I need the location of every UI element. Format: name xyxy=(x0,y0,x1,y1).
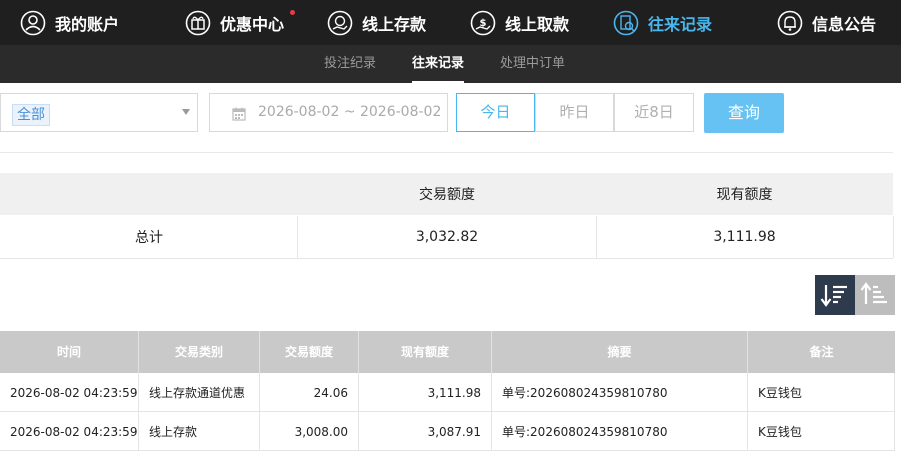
cell-amount: 3,008.00 xyxy=(260,412,359,451)
range-yesterday-button[interactable]: 昨日 xyxy=(535,93,614,132)
nav-item-my-account[interactable]: 我的账户 xyxy=(20,0,119,45)
cell-type: 线上存款通道优惠 xyxy=(139,373,260,412)
header-amount: 交易额度 xyxy=(260,331,359,373)
nav-item-online-deposit[interactable]: 线上存款 xyxy=(327,0,426,45)
cell-type: 线上存款 xyxy=(139,412,260,451)
nav-item-announcements[interactable]: 信息公告 xyxy=(777,0,876,45)
table-row: 2026-08-02 04:23:59 线上存款 3,008.00 3,087.… xyxy=(0,412,895,451)
cell-balance: 3,111.98 xyxy=(359,373,492,412)
chevron-down-icon xyxy=(182,109,190,115)
sort-desc-icon xyxy=(820,285,847,307)
summary-header-balance: 现有额度 xyxy=(716,187,773,203)
divider xyxy=(0,152,893,153)
cell-summary: 单号:202608024359810780 xyxy=(492,412,748,451)
cell-remark: K豆钱包 xyxy=(748,412,895,451)
summary-current-balance: 3,111.98 xyxy=(713,229,776,245)
header-time: 时间 xyxy=(0,331,139,373)
query-button[interactable]: 查询 xyxy=(704,93,784,133)
sort-descending-button[interactable] xyxy=(815,275,855,315)
nav-item-online-withdraw[interactable]: $ 线上取款 xyxy=(470,0,569,45)
cell-time: 2026-08-02 04:23:59 xyxy=(0,373,139,412)
header-type: 交易类别 xyxy=(139,331,260,373)
summary-total-label: 总计 xyxy=(135,230,163,246)
tab-bet-records[interactable]: 投注纪录 xyxy=(324,45,376,83)
summary-header-empty xyxy=(0,173,298,215)
cell-balance: 3,087.91 xyxy=(359,412,492,451)
header-summary: 摘要 xyxy=(492,331,748,373)
top-navigation: 我的账户 优惠中心 线上存款 $ 线上取款 往来记录 信息公告 xyxy=(0,0,901,45)
cell-remark: K豆钱包 xyxy=(748,373,895,412)
selected-category-tag: 全部 xyxy=(12,104,50,126)
user-icon xyxy=(20,10,46,36)
nav-item-transaction-records[interactable]: 往来记录 xyxy=(613,0,712,45)
nav-item-label: 我的账户 xyxy=(55,14,120,34)
bell-icon xyxy=(777,10,803,36)
nav-item-label: 优惠中心 xyxy=(220,14,285,34)
nav-item-label: 往来记录 xyxy=(648,14,713,34)
sort-asc-icon xyxy=(860,282,887,304)
records-header: 时间 交易类别 交易额度 现有额度 摘要 备注 xyxy=(0,331,895,373)
records-table: 时间 交易类别 交易额度 现有额度 摘要 备注 2026-08-02 04:23… xyxy=(0,331,895,451)
nav-item-label: 线上存款 xyxy=(362,14,427,34)
calendar-icon xyxy=(232,107,246,121)
range-last-8-days-button[interactable]: 近8日 xyxy=(614,93,694,132)
cell-time: 2026-08-02 04:23:59 xyxy=(0,412,139,451)
tab-transaction-records[interactable]: 往来记录 xyxy=(412,45,465,83)
summary-header-transaction: 交易额度 xyxy=(419,187,475,203)
sub-navigation: 投注纪录 往来记录 处理中订单 xyxy=(0,45,901,83)
column-separator xyxy=(893,216,894,258)
date-range-text: 2026-08-02 ~ 2026-08-02 xyxy=(258,104,442,120)
nav-item-promotions[interactable]: 优惠中心 xyxy=(185,0,295,45)
summary-header: 交易额度 现有额度 xyxy=(0,173,893,215)
category-select[interactable]: 全部 xyxy=(0,93,198,132)
date-range-picker[interactable]: 2026-08-02 ~ 2026-08-02 xyxy=(209,93,448,132)
cell-summary: 单号:202608024359810780 xyxy=(492,373,748,412)
summary-transaction-total: 3,032.82 xyxy=(415,229,479,245)
sort-ascending-button[interactable] xyxy=(855,275,895,315)
summary-total-row: 总计 3,032.82 3,111.98 xyxy=(0,216,894,259)
header-balance: 现有额度 xyxy=(359,331,492,373)
tab-pending-orders[interactable]: 处理中订单 xyxy=(500,45,565,83)
gift-icon xyxy=(185,10,211,36)
notification-badge xyxy=(290,10,295,15)
nav-item-label: 线上取款 xyxy=(505,14,570,34)
nav-item-label: 信息公告 xyxy=(812,14,877,34)
table-row: 2026-08-02 04:23:59 线上存款通道优惠 24.06 3,111… xyxy=(0,373,895,412)
cell-amount: 24.06 xyxy=(260,373,359,412)
header-remark: 备注 xyxy=(809,345,834,359)
withdraw-icon: $ xyxy=(470,10,496,36)
range-today-button[interactable]: 今日 xyxy=(456,93,535,132)
record-icon xyxy=(613,10,639,36)
deposit-icon xyxy=(327,10,353,36)
